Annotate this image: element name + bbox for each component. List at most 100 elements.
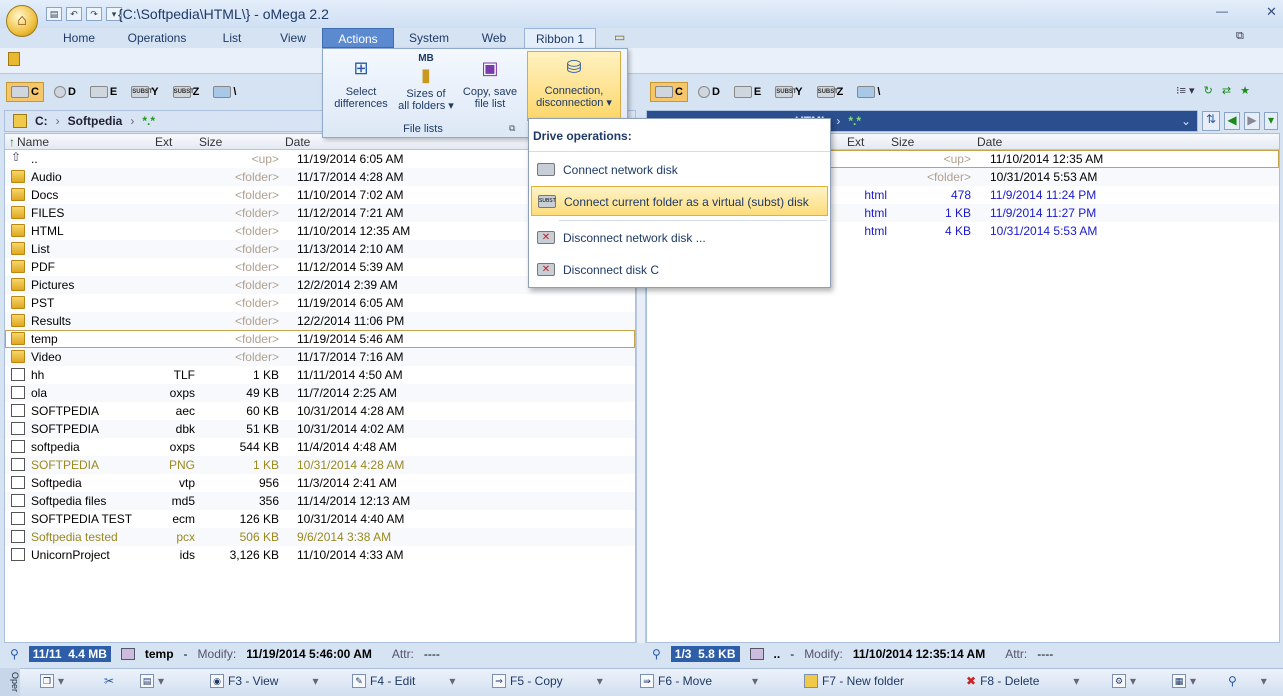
paste-button[interactable]: ▤ ▾ — [140, 674, 164, 688]
disconnect-disk-c-item[interactable]: ✕ Disconnect disk C — [531, 255, 828, 285]
find-button[interactable]: ⚲ ▾ — [1228, 674, 1267, 688]
fkey-label: F6 - Move — [658, 674, 713, 688]
refresh-icon[interactable]: ↻ — [1204, 85, 1213, 97]
drive-d-button[interactable]: D — [694, 82, 724, 102]
file-size: 1 KB — [944, 206, 971, 220]
file-row[interactable]: Softpedia tested pcx 506 KB 9/6/2014 3:38 A… — [5, 528, 635, 546]
file-row[interactable]: Softpedia vtp 956 11/3/2014 2:41 AM — [5, 474, 635, 492]
f4-edit-button[interactable]: ✎ F4 - Edit ▾ — [352, 674, 455, 688]
selection-summary[interactable]: 1/3 5.8 KB — [670, 646, 740, 662]
cut-button[interactable]: ✂ — [104, 674, 114, 688]
new-tab-icon[interactable]: ▭ — [614, 30, 625, 44]
operations-side-tab[interactable]: Oper — [0, 668, 20, 696]
file-row[interactable]: Softpedia files md5 356 11/14/2014 12:13 AM — [5, 492, 635, 510]
path-filter[interactable]: *.* — [142, 114, 155, 128]
file-row[interactable]: hh TLF 1 KB 11/11/2014 4:50 AM — [5, 366, 635, 384]
network-drive-button[interactable]: \ — [209, 82, 240, 102]
col-name[interactable]: Name — [17, 135, 49, 149]
col-date[interactable]: Date — [977, 135, 1002, 149]
drive-e-button[interactable]: E — [86, 82, 121, 102]
file-row[interactable]: UnicornProject ids 3,126 KB 11/10/2014 4:33… — [5, 546, 635, 564]
app-home-icon[interactable]: ⌂ — [6, 5, 38, 37]
properties-button[interactable]: ⚙ ▾ — [1112, 674, 1136, 688]
sync-icon[interactable]: ⇅ — [1202, 111, 1220, 131]
forward-icon[interactable]: ▶ — [1244, 112, 1260, 130]
folder-row[interactable]: Results <folder> 12/2/2014 11:06 PM — [5, 312, 635, 330]
path-filter[interactable]: *.* — [848, 114, 861, 128]
selection-summary[interactable]: 11/11 4.4 MB — [28, 646, 111, 662]
f7-new-folder-button[interactable]: F7 - New folder — [804, 674, 904, 688]
drive-z-button[interactable]: SUBST Z — [169, 82, 204, 102]
drive-e-button[interactable]: E — [730, 82, 765, 102]
drive-c-button[interactable]: C — [6, 82, 44, 102]
qat-undo-icon[interactable]: ↶ — [66, 7, 82, 21]
file-icon — [11, 422, 25, 435]
file-row[interactable]: SOFTPEDIA dbk 51 KB 10/31/2014 4:02 AM — [5, 420, 635, 438]
back-icon[interactable]: ◀ — [1224, 112, 1240, 130]
subst-disk-icon: SUBST — [775, 86, 797, 98]
ribbon-options-icon[interactable]: ⧉ — [1236, 30, 1244, 43]
path-folder[interactable]: Softpedia — [68, 114, 123, 128]
file-size: <up> — [943, 152, 971, 166]
close-icon[interactable]: ✕ — [1266, 4, 1277, 20]
path-dropdown-icon[interactable]: ⌄ — [1181, 114, 1191, 128]
connection-disconnection-button[interactable]: ⛁ Connection, disconnection ▾ — [527, 51, 621, 121]
drive-d-button[interactable]: D — [50, 82, 80, 102]
file-size: 1 KB — [252, 458, 279, 472]
sizes-of-all-folders-button[interactable]: MB ▮ Sizes of all folders ▾ — [393, 53, 459, 112]
tab-web[interactable]: Web — [464, 28, 524, 48]
file-row[interactable]: SOFTPEDIA aec 60 KB 10/31/2014 4:28 AM — [5, 402, 635, 420]
tab-system[interactable]: System — [394, 28, 464, 48]
group-launcher-icon[interactable]: ⧉ — [509, 123, 515, 134]
network-drive-button[interactable]: \ — [853, 82, 884, 102]
search-icon[interactable]: ⚲ — [652, 647, 661, 661]
f8-delete-button[interactable]: ✖ F8 - Delete ▾ — [966, 674, 1079, 688]
col-size[interactable]: Size — [199, 135, 222, 149]
disconnect-network-disk-item[interactable]: ✕ Disconnect network disk ... — [531, 223, 828, 253]
favorite-icon[interactable]: ★ — [1240, 85, 1250, 97]
folder-icon[interactable] — [8, 52, 20, 66]
tree-icon[interactable]: ⇄ — [1222, 85, 1231, 97]
search-icon[interactable]: ⚲ — [10, 647, 19, 661]
compress-button[interactable]: ▦ ▾ — [1172, 674, 1196, 688]
history-icon[interactable]: ▾ — [1264, 112, 1278, 130]
dropdown-icon: ▾ — [1073, 674, 1080, 688]
tab-view[interactable]: View — [264, 28, 322, 48]
col-size[interactable]: Size — [891, 135, 914, 149]
tab-list[interactable]: List — [200, 28, 264, 48]
drive-y-button[interactable]: SUBST Y — [771, 82, 806, 102]
connect-network-disk-item[interactable]: Connect network disk — [531, 155, 828, 185]
folder-row[interactable]: temp <folder> 11/19/2014 5:46 AM — [5, 330, 635, 348]
select-differences-button[interactable]: ⊞ Select differences — [329, 53, 393, 110]
view-mode-icon[interactable]: ⁝≡ ▾ — [1176, 85, 1195, 97]
copy-path-button[interactable]: ❐ ▾ — [40, 674, 64, 688]
edit-path-icon[interactable] — [13, 114, 27, 128]
folder-icon — [11, 188, 25, 201]
file-row[interactable]: SOFTPEDIA TEST ecm 126 KB 10/31/2014 4:40 A… — [5, 510, 635, 528]
drive-y-button[interactable]: SUBST Y — [127, 82, 162, 102]
drive-z-button[interactable]: SUBST Z — [813, 82, 848, 102]
f3-view-button[interactable]: ◉ F3 - View ▾ — [210, 674, 319, 688]
file-row[interactable]: ola oxps 49 KB 11/7/2014 2:25 AM — [5, 384, 635, 402]
file-row[interactable]: softpedia oxps 544 KB 11/4/2014 4:48 AM — [5, 438, 635, 456]
tab-ribbon-1[interactable]: Ribbon 1 — [524, 28, 596, 48]
path-drive[interactable]: C: — [35, 114, 48, 128]
col-date[interactable]: Date — [285, 135, 310, 149]
folder-row[interactable]: Video <folder> 11/17/2014 7:16 AM — [5, 348, 635, 366]
drive-c-button[interactable]: C — [650, 82, 688, 102]
f6-move-button[interactable]: ⇛ F6 - Move ▾ — [640, 674, 758, 688]
col-ext[interactable]: Ext — [155, 135, 172, 149]
col-ext[interactable]: Ext — [847, 135, 864, 149]
file-ext: html — [864, 206, 887, 220]
minimize-icon[interactable]: — — [1216, 4, 1228, 18]
folder-row[interactable]: PST <folder> 11/19/2014 6:05 AM — [5, 294, 635, 312]
tab-actions[interactable]: Actions — [322, 28, 394, 48]
qat-redo-icon[interactable]: ↷ — [86, 7, 102, 21]
file-row[interactable]: SOFTPEDIA PNG 1 KB 10/31/2014 4:28 AM — [5, 456, 635, 474]
connect-subst-disk-item[interactable]: SUBST Connect current folder as a virtua… — [531, 186, 828, 216]
copy-save-file-list-button[interactable]: ▣ Copy, save file list — [459, 53, 521, 110]
tab-operations[interactable]: Operations — [114, 28, 200, 48]
f5-copy-button[interactable]: ⇒ F5 - Copy ▾ — [492, 674, 603, 688]
tab-home[interactable]: Home — [44, 28, 114, 48]
qat-menu-icon[interactable]: ▤ — [46, 7, 62, 21]
